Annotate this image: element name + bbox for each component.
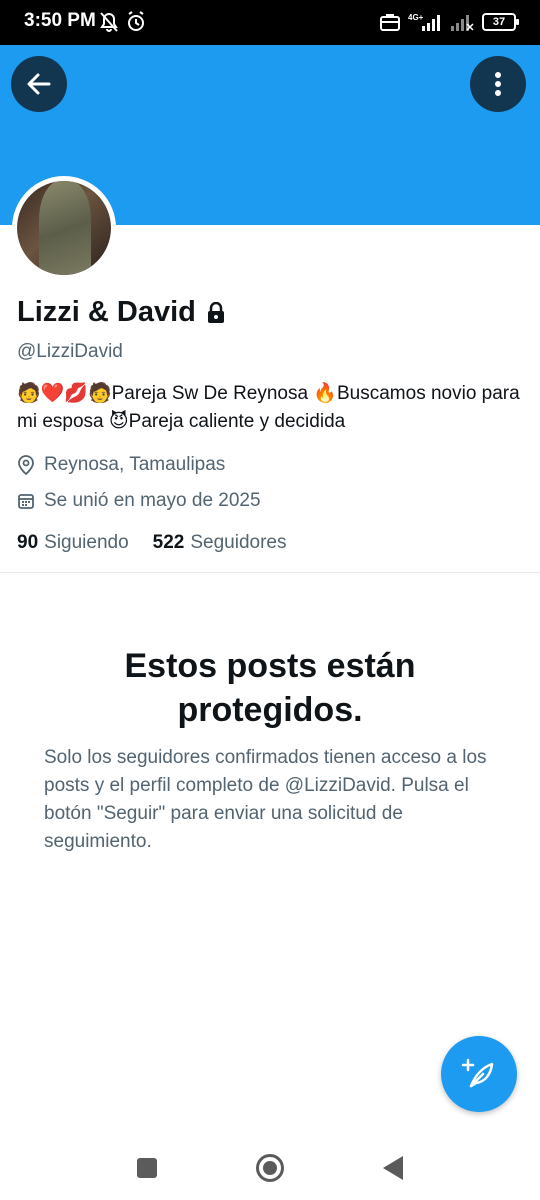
profile-joined: Se unió en mayo de 2025 — [44, 490, 261, 511]
profile-handle: @LizziDavid — [17, 341, 123, 362]
followers-label: Seguidores — [190, 532, 287, 553]
home-icon — [256, 1154, 284, 1182]
avatar[interactable] — [12, 176, 116, 280]
calendar-icon — [18, 494, 34, 509]
divider — [0, 572, 540, 573]
system-nav-bar — [0, 1135, 540, 1200]
alarm-icon — [128, 11, 144, 31]
more-options-button[interactable] — [470, 56, 526, 112]
compose-post-icon — [461, 1058, 494, 1088]
signal-icon: 4G+ — [408, 13, 440, 31]
arrow-left-icon — [27, 73, 51, 95]
back-button[interactable] — [11, 56, 67, 112]
following-label: Siguiendo — [44, 532, 129, 553]
compose-post-button[interactable] — [441, 1036, 517, 1112]
status-icons-left — [98, 10, 150, 39]
recents-button[interactable] — [131, 1152, 163, 1184]
profile-bio: 🧑❤️💋🧑Pareja Sw De Reynosa 🔥Buscamos novi… — [17, 383, 520, 432]
location-row: Reynosa, Tamaulipas — [17, 454, 225, 476]
status-bar: 3:50 PM 4G+ 37 — [0, 0, 540, 45]
network-type: 4G+ — [408, 13, 424, 22]
status-icons-right: 4G+ 37 — [380, 12, 519, 32]
location-pin-icon — [18, 455, 34, 475]
back-icon — [383, 1156, 403, 1180]
following-link[interactable]: 90 Siguiendo — [17, 532, 129, 554]
battery-icon: 37 — [482, 13, 519, 31]
display-name: Lizzi & David — [17, 296, 196, 328]
protected-title: Estos posts están protegidos. — [124, 647, 416, 729]
briefcase-icon — [380, 14, 400, 31]
protected-description: Solo los seguidores confirmados tienen a… — [44, 747, 487, 852]
status-time: 3:50 PM — [24, 10, 96, 31]
followers-link[interactable]: 522 Seguidores — [153, 532, 287, 554]
mute-bell-icon — [100, 12, 118, 32]
joined-row: Se unió en mayo de 2025 — [17, 490, 261, 512]
name-row: Lizzi & David — [17, 296, 226, 329]
lock-icon — [207, 301, 224, 323]
no-signal-icon — [451, 15, 474, 31]
more-vertical-icon — [495, 72, 501, 96]
profile-location: Reynosa, Tamaulipas — [44, 454, 226, 475]
following-count: 90 — [17, 532, 39, 553]
stats-row: 90 Siguiendo 522 Seguidores — [17, 532, 287, 554]
recents-icon — [137, 1158, 157, 1178]
followers-count: 522 — [152, 532, 185, 553]
avatar-figure — [39, 181, 91, 275]
home-button[interactable] — [254, 1152, 286, 1184]
nav-back-button[interactable] — [377, 1152, 409, 1184]
avatar-photo — [17, 181, 111, 275]
